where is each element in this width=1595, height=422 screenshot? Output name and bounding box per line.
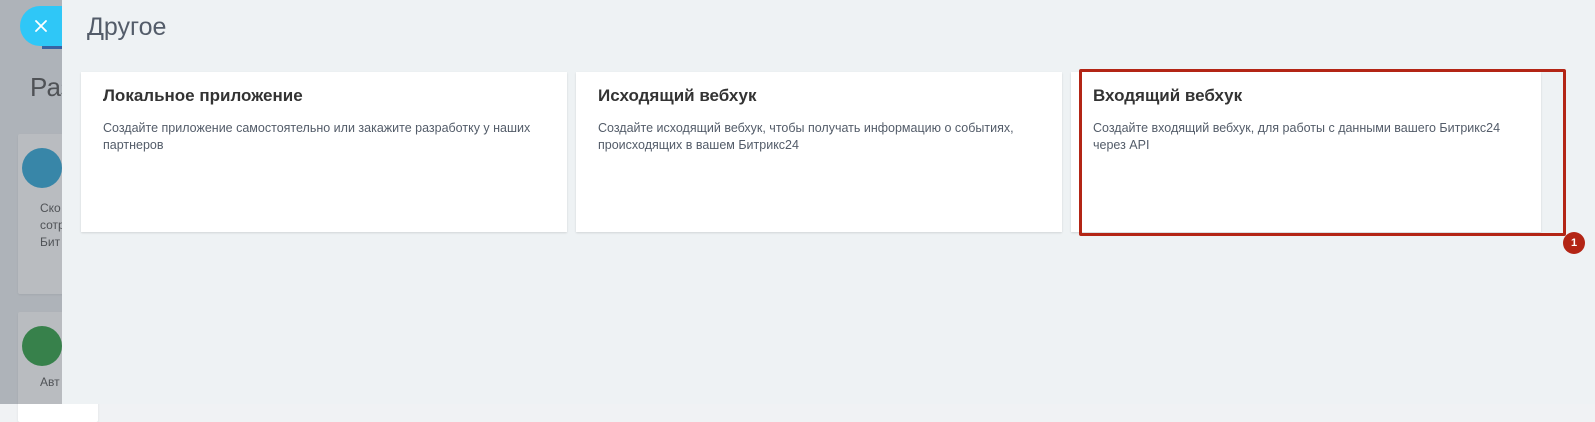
card-description: Создайте приложение самостоятельно или з… — [103, 121, 531, 152]
annotation-highlight-box — [1079, 69, 1566, 236]
card-description: Создайте исходящий вебхук, чтобы получат… — [598, 121, 1014, 152]
card-title: Локальное приложение — [103, 86, 303, 105]
card-title: Исходящий вебхук — [598, 86, 757, 105]
card-outgoing-webhook[interactable]: Исходящий вебхук Создайте исходящий вебх… — [576, 72, 1062, 232]
annotation-badge: 1 — [1563, 232, 1585, 254]
close-button[interactable] — [20, 6, 62, 46]
panel-title: Другое — [87, 13, 167, 41]
card-local-app[interactable]: Локальное приложение Создайте приложение… — [81, 72, 567, 232]
close-icon — [35, 20, 47, 32]
